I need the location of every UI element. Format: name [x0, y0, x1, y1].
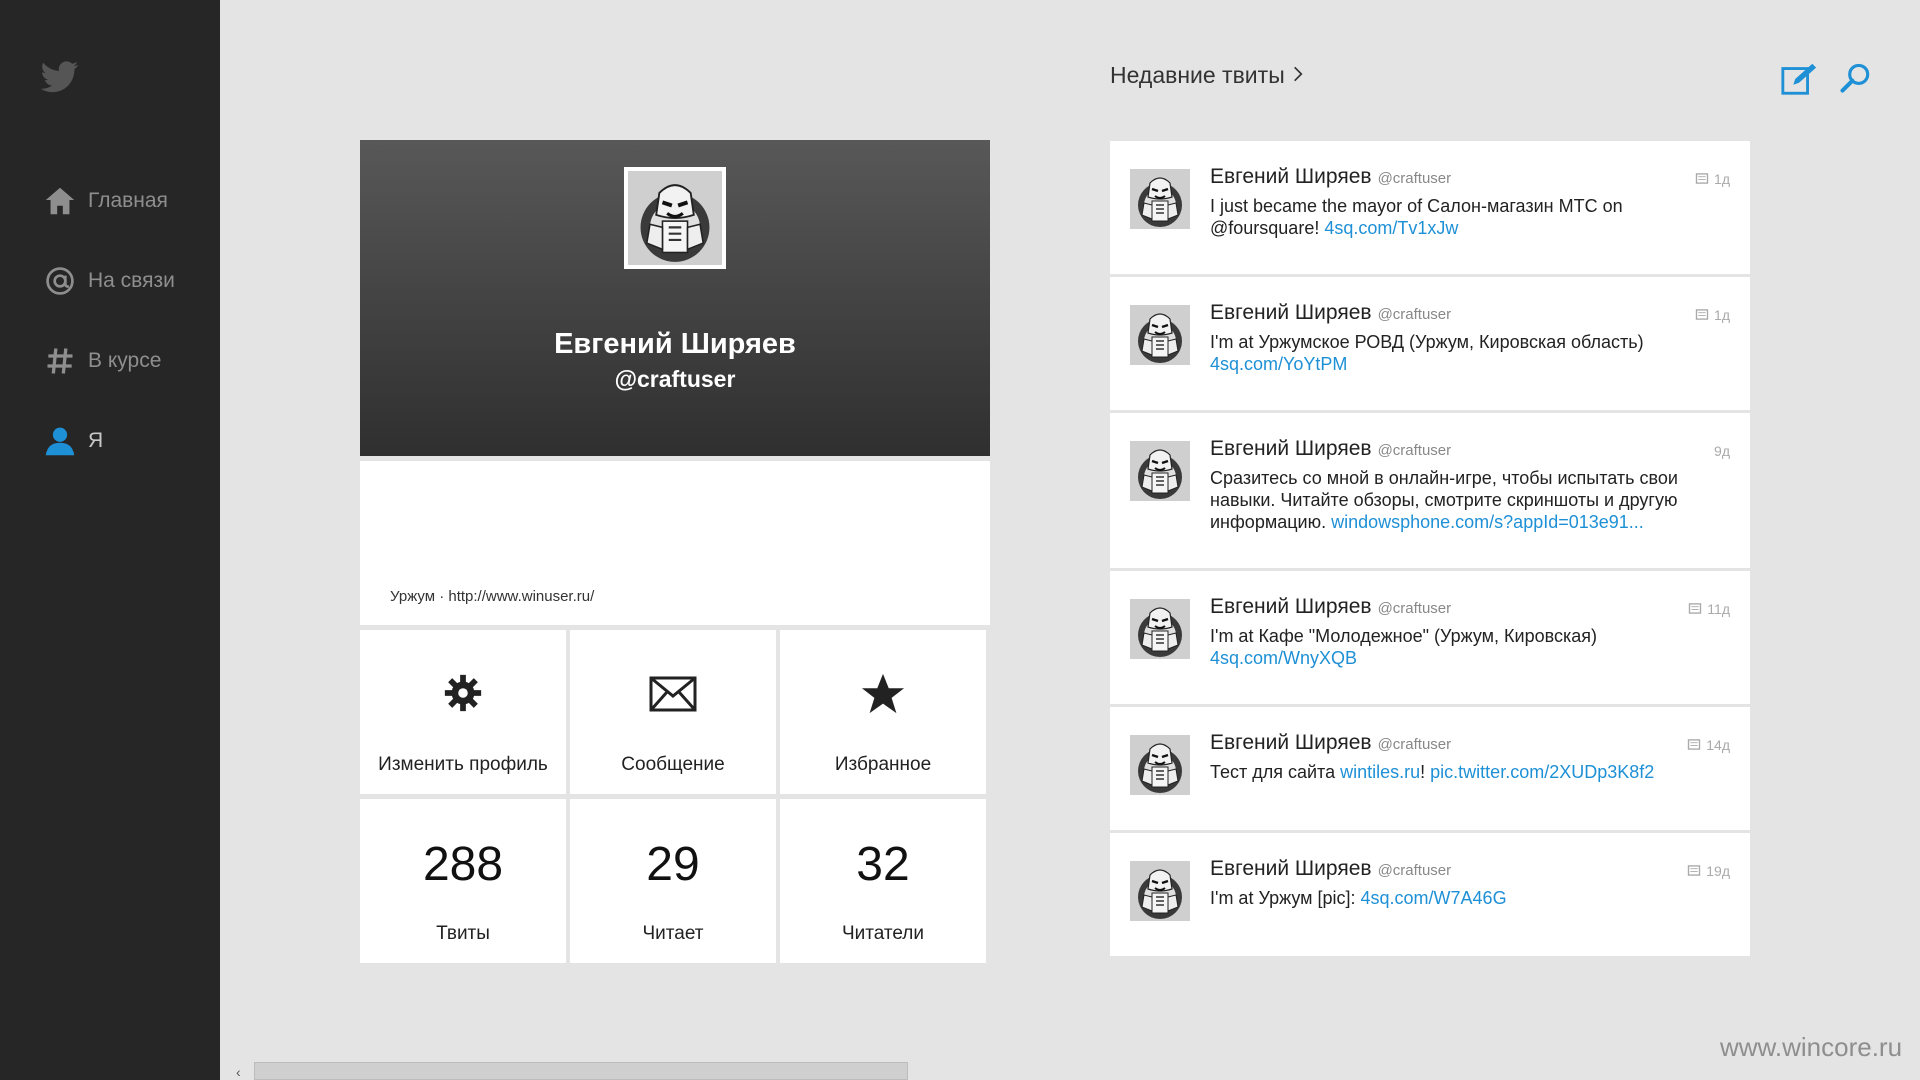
- tweet-text-joiner: !: [1420, 762, 1431, 782]
- chevron-right-icon: [1293, 62, 1303, 89]
- horizontal-scrollbar[interactable]: [254, 1062, 908, 1080]
- stat-value: 29: [646, 838, 700, 891]
- tweet-author-handle: @craftuser: [1377, 600, 1452, 617]
- tweet-time: 14д: [1687, 737, 1730, 753]
- tweet-author-name: Евгений Ширяев: [1210, 731, 1372, 754]
- tweet-link[interactable]: 4sq.com/YoYtPM: [1210, 354, 1347, 374]
- compose-icon[interactable]: [1780, 60, 1820, 100]
- tweet-item[interactable]: Евгений Ширяев @craftuser 1д I just becam…: [1110, 141, 1750, 274]
- sidebar-item-label: Я: [88, 429, 104, 452]
- tweet-author-handle: @craftuser: [1377, 736, 1452, 753]
- following-count-tile[interactable]: 29 Читает: [570, 799, 776, 963]
- recent-tweets-header[interactable]: Недавние твиты: [1110, 62, 1303, 89]
- favorites-button[interactable]: Избранное: [780, 630, 986, 794]
- image-icon: [1687, 863, 1701, 879]
- tweet-author-handle: @craftuser: [1377, 306, 1452, 323]
- tweet-text: I'm at Кафе "Молодежное" (Уржум, Кировск…: [1210, 626, 1597, 646]
- tweet-item[interactable]: Евгений Ширяев @craftuser 19д I'm at Уржу…: [1110, 833, 1750, 956]
- tweet-item[interactable]: Евгений Ширяев @craftuser 11д I'm at Кафе…: [1110, 571, 1750, 704]
- envelope-icon: [570, 672, 776, 712]
- message-button[interactable]: Сообщение: [570, 630, 776, 794]
- tweet-text: I'm at Уржумское РОВД (Уржум, Кировская …: [1210, 332, 1644, 352]
- avatar[interactable]: [1130, 599, 1190, 659]
- hash-icon: [42, 343, 78, 379]
- tweet-item[interactable]: Евгений Ширяев @craftuser 14д Тест для са…: [1110, 707, 1750, 830]
- tile-label: Сообщение: [621, 754, 725, 775]
- stat-value: 288: [422, 838, 504, 891]
- avatar[interactable]: [1130, 441, 1190, 501]
- user-icon: [42, 423, 78, 459]
- tweets-count-tile[interactable]: 288 Твиты: [360, 799, 566, 963]
- tweet-time: 9д: [1714, 443, 1730, 459]
- tweet-author-handle: @craftuser: [1377, 862, 1452, 879]
- tweet-item[interactable]: Евгений Ширяев @craftuser 9д Сразитесь со…: [1110, 413, 1750, 568]
- stat-label: Читатели: [841, 923, 925, 944]
- tweet-author-name: Евгений Ширяев: [1210, 165, 1372, 188]
- image-icon: [1687, 737, 1701, 753]
- tweet-author-handle: @craftuser: [1377, 170, 1452, 187]
- at-icon: [42, 263, 78, 299]
- tweet-time-text: 14д: [1706, 737, 1730, 753]
- tweet-time-text: 19д: [1706, 863, 1730, 879]
- sidebar: Главная На связи В курсе Я: [0, 0, 220, 1080]
- stat-label: Читает: [642, 923, 704, 944]
- image-icon: [1688, 601, 1702, 617]
- edit-profile-button[interactable]: Изменить профиль: [360, 630, 566, 794]
- tweet-link[interactable]: wintiles.ru: [1340, 762, 1420, 782]
- tweet-author-handle: @craftuser: [1377, 442, 1452, 459]
- followers-count-tile[interactable]: 32 Читатели: [780, 799, 986, 963]
- image-icon: [1695, 307, 1709, 323]
- tweet-time: 19д: [1687, 863, 1730, 879]
- stat-label: Твиты: [436, 923, 490, 944]
- profile-bio: Уржум · http://www.winuser.ru/: [360, 461, 990, 625]
- tweet-link[interactable]: pic.twitter.com/2XUDp3K8f2: [1430, 762, 1654, 782]
- tweet-time-text: 1д: [1714, 307, 1730, 323]
- avatar[interactable]: [1130, 861, 1190, 921]
- gear-icon: [360, 672, 566, 714]
- sidebar-item-label: В курсе: [88, 349, 162, 372]
- tweet-time-text: 11д: [1707, 601, 1730, 617]
- tweet-link[interactable]: 4sq.com/Tv1xJw: [1324, 218, 1458, 238]
- tweet-text: Тест для сайта: [1210, 762, 1341, 782]
- avatar[interactable]: [1130, 169, 1190, 229]
- tweet-item[interactable]: Евгений Ширяев @craftuser 1д I'm at Уржум…: [1110, 277, 1750, 410]
- sidebar-item-label: На связи: [88, 269, 175, 292]
- tweet-author-name: Евгений Ширяев: [1210, 301, 1372, 324]
- profile-handle: @craftuser: [614, 366, 736, 392]
- stat-value: 32: [856, 838, 910, 891]
- avatar[interactable]: [1130, 735, 1190, 795]
- tweet-link[interactable]: 4sq.com/WnyXQB: [1210, 648, 1357, 668]
- tweet-time: 11д: [1688, 601, 1730, 617]
- tweet-author-name: Евгений Ширяев: [1210, 595, 1372, 618]
- tweet-time: 1д: [1695, 307, 1730, 323]
- sidebar-item-discover[interactable]: В курсе: [42, 341, 212, 381]
- profile-name: Евгений Ширяев: [554, 328, 796, 360]
- avatar[interactable]: [1130, 305, 1190, 365]
- star-icon: [780, 672, 986, 716]
- avatar[interactable]: [624, 167, 726, 269]
- tweet-link[interactable]: windowsphone.com/s?appId=013e91...: [1331, 512, 1644, 532]
- tweet-text: I'm at Уржум [pic]:: [1210, 888, 1361, 908]
- image-icon: [1695, 171, 1709, 187]
- watermark: www.wincore.ru: [1720, 1032, 1903, 1062]
- tweet-link[interactable]: 4sq.com/W7A46G: [1361, 888, 1507, 908]
- profile-header: Евгений Ширяев @craftuser: [360, 140, 990, 456]
- tile-label: Избранное: [834, 754, 932, 775]
- tweet-author-name: Евгений Ширяев: [1210, 437, 1372, 460]
- tile-label: Изменить профиль: [378, 754, 548, 775]
- tweet-time: 1д: [1695, 171, 1730, 187]
- scroll-left-arrow[interactable]: ‹: [236, 1064, 241, 1080]
- tweet-time-text: 1д: [1714, 171, 1730, 187]
- tweet-author-name: Евгений Ширяев: [1210, 857, 1372, 880]
- sidebar-item-label: Главная: [88, 189, 168, 212]
- sidebar-item-home[interactable]: Главная: [42, 181, 212, 221]
- location-url: Уржум · http://www.winuser.ru/: [390, 588, 595, 605]
- sidebar-item-me[interactable]: Я: [42, 421, 212, 461]
- home-icon: [42, 183, 78, 219]
- twitter-bird-icon: [40, 60, 80, 96]
- section-title: Недавние твиты: [1110, 62, 1285, 88]
- sidebar-item-mentions[interactable]: На связи: [42, 261, 212, 301]
- search-icon[interactable]: [1838, 60, 1878, 100]
- tweet-time-text: 9д: [1714, 443, 1730, 459]
